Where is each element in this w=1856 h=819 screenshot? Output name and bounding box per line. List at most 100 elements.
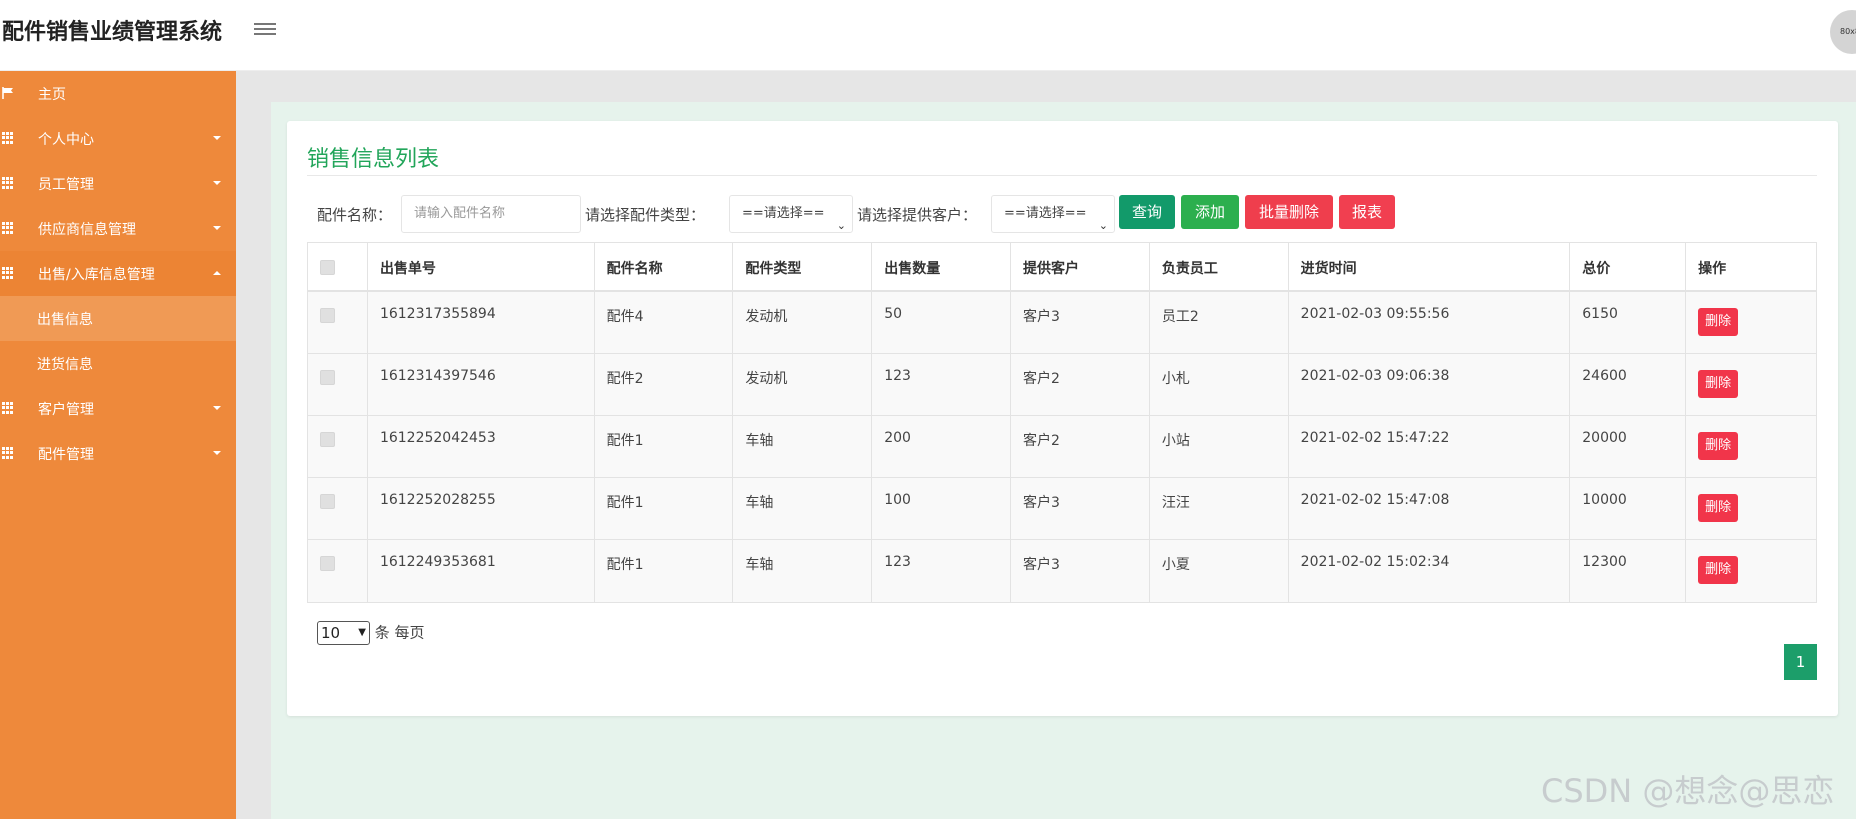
table-cell: 2021-02-03 09:55:56 bbox=[1289, 292, 1571, 353]
row-checkbox-cell bbox=[308, 416, 368, 477]
sidebar-item-label: 配件管理 bbox=[38, 447, 94, 463]
sidebar-item-label: 主页 bbox=[38, 87, 66, 103]
table-cell: 汪汪 bbox=[1150, 478, 1289, 539]
select-all-checkbox[interactable] bbox=[320, 260, 335, 275]
sidebar-item-label: 出售/入库信息管理 bbox=[38, 267, 155, 283]
table-cell: 车轴 bbox=[733, 478, 873, 539]
sidebar-item-customers[interactable]: 客户管理 bbox=[0, 386, 236, 431]
table-cell: 10000 bbox=[1570, 478, 1687, 539]
table-cell: 小站 bbox=[1150, 416, 1289, 477]
delete-button[interactable]: 删除 bbox=[1698, 432, 1739, 460]
part-type-label: 请选择配件类型： bbox=[585, 206, 706, 224]
grid-icon bbox=[2, 267, 14, 279]
part-type-selected: ==请选择== bbox=[742, 206, 825, 221]
table-cell: 发动机 bbox=[733, 354, 873, 415]
chevron-down-icon bbox=[213, 181, 221, 185]
table-cell: 客户2 bbox=[1011, 354, 1150, 415]
sidebar-item-suppliers[interactable]: 供应商信息管理 bbox=[0, 206, 236, 251]
sidebar-item-profile[interactable]: 个人中心 bbox=[0, 116, 236, 161]
delete-button[interactable]: 删除 bbox=[1698, 494, 1739, 522]
row-checkbox[interactable] bbox=[320, 494, 335, 509]
chevron-down-icon bbox=[213, 406, 221, 410]
table-cell: 100 bbox=[872, 478, 1012, 539]
chevron-down-icon bbox=[213, 226, 221, 230]
actions-cell: 删除 bbox=[1686, 416, 1816, 477]
table-cell: 配件2 bbox=[595, 354, 734, 415]
table-cell: 123 bbox=[872, 354, 1012, 415]
table-cell: 车轴 bbox=[733, 416, 873, 477]
grid-icon bbox=[2, 222, 14, 234]
row-checkbox[interactable] bbox=[320, 308, 335, 323]
table-cell: 1612314397546 bbox=[368, 354, 595, 415]
table-cell: 员工2 bbox=[1150, 292, 1289, 353]
row-checkbox[interactable] bbox=[320, 432, 335, 447]
chevron-down-icon bbox=[213, 451, 221, 455]
sidebar: 主页 个人中心 员工管理 供应商信息管理 出售/入库信息管理 出售信息 进货信息… bbox=[0, 71, 236, 819]
delete-button[interactable]: 删除 bbox=[1698, 556, 1739, 584]
page-size-select[interactable]: 10 ▼ bbox=[317, 621, 370, 645]
column-header: 出售单号 bbox=[368, 243, 595, 290]
table-cell: 客户2 bbox=[1011, 416, 1150, 477]
sidebar-subitem-label: 进货信息 bbox=[37, 357, 93, 373]
column-header: 出售数量 bbox=[872, 243, 1012, 290]
sidebar-item-label: 个人中心 bbox=[38, 132, 94, 148]
grid-icon bbox=[2, 447, 14, 459]
customer-selected: ==请选择== bbox=[1004, 206, 1087, 221]
table-row: 1612252042453 配件1 车轴 200 客户2 小站 2021-02-02 15:… bbox=[308, 416, 1816, 478]
table-cell: 50 bbox=[872, 292, 1012, 353]
sidebar-item-parts[interactable]: 配件管理 bbox=[0, 431, 236, 476]
actions-cell: 删除 bbox=[1686, 478, 1816, 539]
flag-icon bbox=[2, 87, 13, 99]
sidebar-item-home[interactable]: 主页 bbox=[0, 71, 236, 116]
table-cell: 200 bbox=[872, 416, 1012, 477]
table-row: 1612252028255 配件1 车轴 100 客户3 汪汪 2021-02-02 15:… bbox=[308, 478, 1816, 540]
delete-button[interactable]: 删除 bbox=[1698, 370, 1739, 398]
sidebar-subitem-purchase-info[interactable]: 进货信息 bbox=[0, 341, 236, 386]
table-cell: 20000 bbox=[1570, 416, 1687, 477]
avatar[interactable]: 80x80 bbox=[1830, 10, 1856, 54]
hamburger-menu-icon[interactable] bbox=[254, 20, 276, 40]
chevron-down-icon: ⌄ bbox=[1098, 219, 1108, 232]
chevron-up-icon bbox=[213, 271, 221, 275]
report-button[interactable]: 报表 bbox=[1339, 195, 1395, 229]
part-name-input[interactable]: 请输入配件名称 bbox=[401, 195, 581, 233]
table-cell: 发动机 bbox=[733, 292, 873, 353]
table-row: 1612249353681 配件1 车轴 123 客户3 小夏 2021-02-02 15:… bbox=[308, 540, 1816, 602]
delete-button[interactable]: 删除 bbox=[1698, 308, 1739, 336]
table-cell: 2021-02-02 15:47:22 bbox=[1289, 416, 1571, 477]
row-checkbox[interactable] bbox=[320, 370, 335, 385]
table-cell: 车轴 bbox=[733, 540, 873, 602]
table-header-row: 出售单号 配件名称 配件类型 出售数量 提供客户 负责员工 进货时间 总价 操作 bbox=[308, 243, 1816, 292]
batch-delete-button[interactable]: 批量删除 bbox=[1245, 195, 1333, 229]
app-title: 配件销售业绩管理系统 bbox=[2, 20, 223, 45]
page-title: 销售信息列表 bbox=[307, 147, 440, 172]
pagination-page-button[interactable]: 1 bbox=[1784, 644, 1817, 680]
table-cell: 配件1 bbox=[595, 478, 734, 539]
customer-select[interactable]: ==请选择== ⌄ bbox=[991, 195, 1115, 233]
header-checkbox-cell bbox=[308, 243, 368, 290]
divider bbox=[307, 175, 1817, 176]
column-header: 提供客户 bbox=[1011, 243, 1150, 290]
page-size-suffix: 条 每页 bbox=[374, 623, 425, 642]
table-cell: 1612249353681 bbox=[368, 540, 595, 602]
query-button[interactable]: 查询 bbox=[1119, 195, 1175, 229]
page-size-control: 10 ▼ 条 每页 bbox=[317, 621, 425, 645]
sidebar-item-label: 客户管理 bbox=[38, 402, 94, 418]
column-header: 配件名称 bbox=[595, 243, 734, 290]
table-cell: 12300 bbox=[1570, 540, 1687, 602]
table-row: 1612317355894 配件4 发动机 50 客户3 员工2 2021-02-03 09… bbox=[308, 292, 1816, 354]
row-checkbox-cell bbox=[308, 478, 368, 539]
row-checkbox-cell bbox=[308, 354, 368, 415]
row-checkbox[interactable] bbox=[320, 556, 335, 571]
part-type-select[interactable]: ==请选择== ⌄ bbox=[729, 195, 853, 233]
sidebar-subitem-sales-info[interactable]: 出售信息 bbox=[0, 296, 236, 341]
table-body: 1612317355894 配件4 发动机 50 客户3 员工2 2021-02-03 09… bbox=[308, 292, 1816, 602]
watermark: CSDN @想念@思恋 bbox=[1541, 772, 1835, 810]
sidebar-item-sales-stock[interactable]: 出售/入库信息管理 bbox=[0, 251, 236, 296]
column-header: 负责员工 bbox=[1150, 243, 1289, 290]
add-button[interactable]: 添加 bbox=[1181, 195, 1239, 229]
column-header: 总价 bbox=[1570, 243, 1687, 290]
sidebar-item-employees[interactable]: 员工管理 bbox=[0, 161, 236, 206]
part-name-label: 配件名称： bbox=[317, 206, 393, 224]
table-cell: 配件4 bbox=[595, 292, 734, 353]
